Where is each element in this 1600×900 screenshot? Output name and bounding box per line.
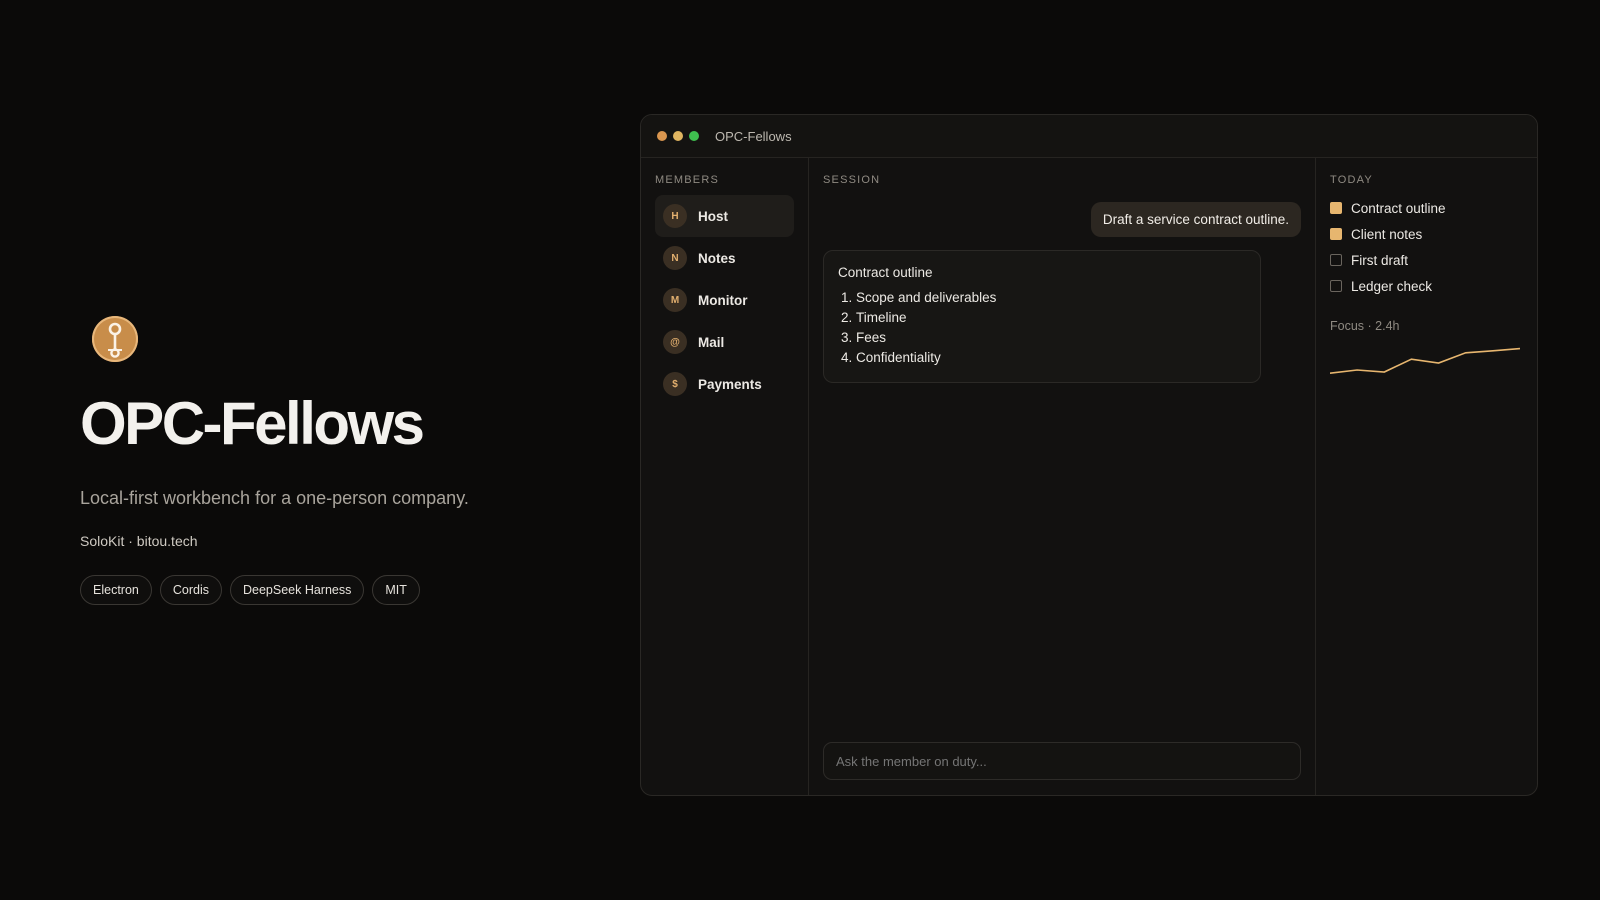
tag-cordis: Cordis — [159, 575, 222, 605]
today-heading: TODAY — [1330, 174, 1373, 186]
reply-title: Contract outline — [838, 265, 933, 280]
tag-list: Electron Cordis DeepSeek Harness MIT — [80, 575, 600, 605]
title-bar: OPC-Fellows — [641, 115, 1537, 158]
list-item: Fees — [856, 328, 1246, 348]
tag-deepseek-harness: DeepSeek Harness — [229, 575, 365, 605]
window-title: OPC-Fellows — [715, 128, 792, 144]
avatar: $ — [663, 372, 687, 396]
member-label: Monitor — [698, 292, 748, 308]
sparkline-path — [1329, 347, 1521, 374]
tag-mit: MIT — [372, 575, 420, 605]
hero-title: OPC-Fellows — [80, 390, 425, 457]
user-message-bubble: Draft a service contract outline. — [1090, 202, 1301, 237]
task-label: Contract outline — [1351, 200, 1446, 216]
app-window: OPC-Fellows MEMBERS H Host N Notes M Mon… — [640, 114, 1538, 796]
member-host[interactable]: H Host — [655, 195, 794, 237]
hero-meta: SoloKit · bitou.tech — [80, 533, 198, 549]
task-label: Ledger check — [1351, 278, 1433, 294]
avatar: H — [663, 204, 687, 228]
focus-label: Focus · 2.4h — [1330, 319, 1400, 333]
avatar: M — [663, 288, 687, 312]
hero-section: OPC-Fellows Local-first workbench for a … — [80, 316, 600, 605]
message-input[interactable] — [823, 742, 1301, 780]
app-logo-icon — [92, 316, 138, 362]
members-panel: MEMBERS H Host N Notes M Monitor @ Mail … — [641, 158, 809, 795]
avatar: @ — [663, 330, 687, 354]
member-label: Notes — [698, 250, 736, 266]
avatar: N — [663, 246, 687, 270]
today-panel: TODAY Contract outline Client notes Firs… — [1316, 158, 1537, 795]
task-first-draft[interactable]: First draft — [1330, 247, 1523, 273]
task-ledger-check[interactable]: Ledger check — [1330, 273, 1523, 299]
member-label: Payments — [698, 376, 762, 392]
list-item: Timeline — [856, 308, 1246, 328]
member-label: Mail — [698, 334, 725, 350]
member-label: Host — [698, 208, 728, 224]
maximize-window-button[interactable] — [689, 131, 699, 141]
close-window-button[interactable] — [657, 131, 667, 141]
member-payments[interactable]: $ Payments — [655, 363, 794, 405]
checkbox[interactable] — [1330, 202, 1342, 214]
member-mail[interactable]: @ Mail — [655, 321, 794, 363]
tag-electron: Electron — [80, 575, 152, 605]
session-heading: SESSION — [823, 174, 881, 186]
reply-list: Scope and deliverables Timeline Fees Con… — [838, 288, 1246, 368]
checkbox[interactable] — [1330, 280, 1342, 292]
member-notes[interactable]: N Notes — [655, 237, 794, 279]
task-label: First draft — [1351, 252, 1409, 268]
list-item: Scope and deliverables — [856, 288, 1246, 308]
hero-subtitle: Local-first workbench for a one-person c… — [80, 488, 469, 508]
checkbox[interactable] — [1330, 228, 1342, 240]
checkbox[interactable] — [1330, 254, 1342, 266]
session-panel: SESSION Draft a service contract outline… — [809, 158, 1316, 795]
members-heading: MEMBERS — [655, 174, 720, 186]
assistant-reply-card: Contract outline Scope and deliverables … — [823, 250, 1261, 383]
list-item: Confidentiality — [856, 348, 1246, 368]
member-monitor[interactable]: M Monitor — [655, 279, 794, 321]
minimize-window-button[interactable] — [673, 131, 683, 141]
task-contract-outline[interactable]: Contract outline — [1330, 195, 1523, 221]
focus-sparkline — [1329, 347, 1521, 374]
task-label: Client notes — [1351, 226, 1423, 242]
task-client-notes[interactable]: Client notes — [1330, 221, 1523, 247]
